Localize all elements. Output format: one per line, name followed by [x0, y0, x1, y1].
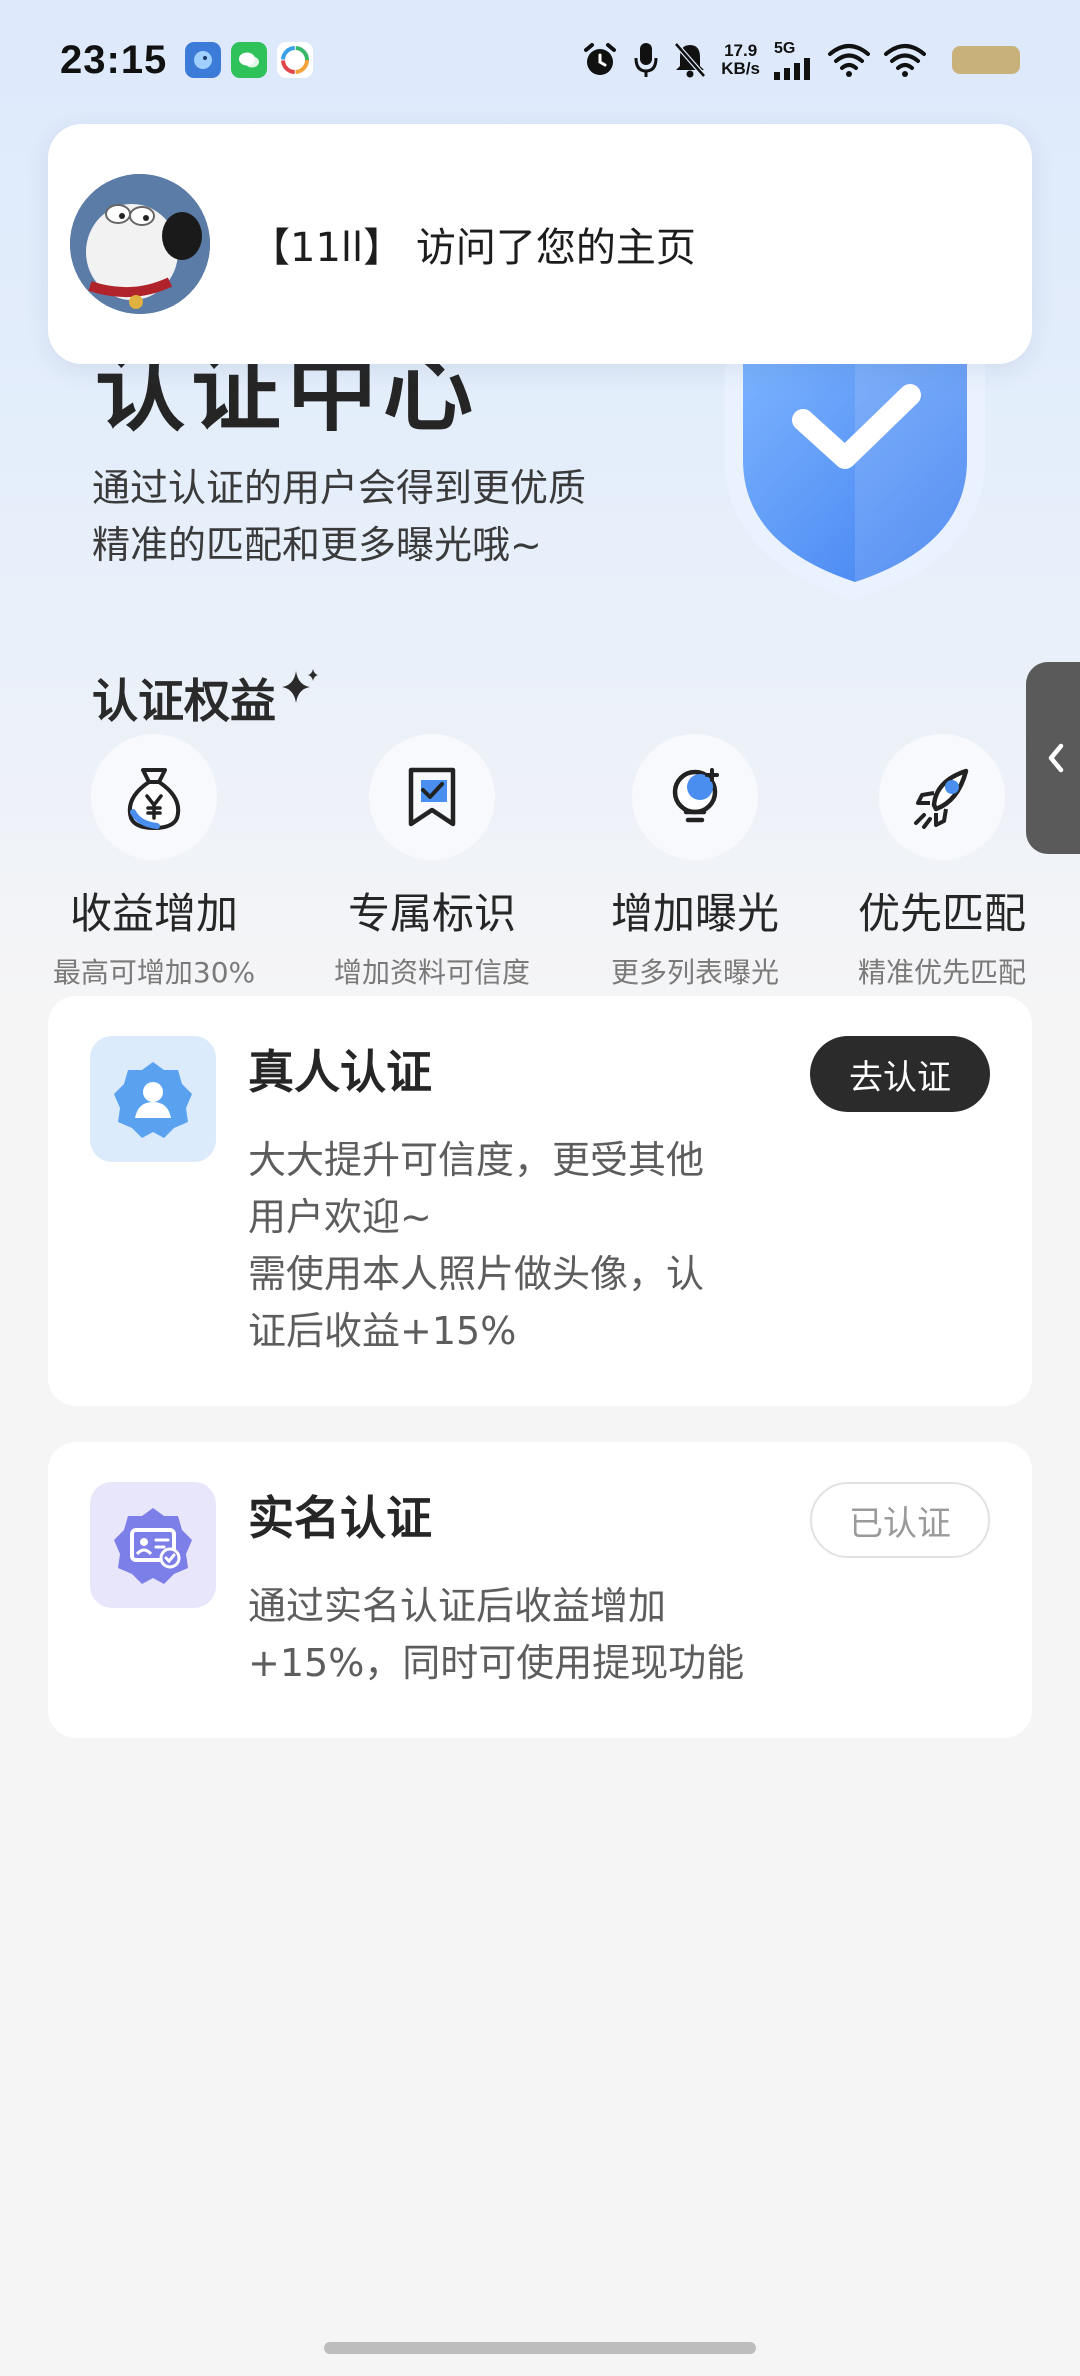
verify-now-button[interactable]: 去认证: [810, 1036, 990, 1112]
card-description-line: 证后收益+15%: [248, 1309, 517, 1353]
card-description: 通过实名认证后收益增加 +15%，同时可使用提现功能: [248, 1578, 848, 1692]
id-card-badge-icon: [90, 1482, 216, 1608]
lightbulb-icon: [632, 734, 758, 860]
benefits-list: 收益增加 最高可增加30% 专属标识 增加资料可信度 增加曝光 更多列表曝光 优…: [0, 734, 1080, 989]
benefit-subtitle: 精准优先匹配: [857, 956, 1026, 989]
card-title: 真人认证: [248, 1045, 432, 1099]
wechat-icon: [231, 42, 268, 78]
benefit-subtitle: 更多列表曝光: [610, 956, 779, 989]
bell-muted-icon: [674, 42, 707, 78]
bird-app-icon: [185, 42, 222, 78]
card-description-line: 用户欢迎~: [248, 1195, 432, 1239]
real-name-verification-card: 实名认证 通过实名认证后收益增加 +15%，同时可使用提现功能 已认证: [48, 1442, 1032, 1738]
real-person-verification-card: 真人认证 大大提升可信度，更受其他 用户欢迎~ 需使用本人照片做头像，认 证后收…: [48, 996, 1032, 1406]
home-indicator[interactable]: [324, 2342, 756, 2354]
hero-description-line: 通过认证的用户会得到更优质: [92, 466, 587, 510]
card-description: 大大提升可信度，更受其他 用户欢迎~ 需使用本人照片做头像，认 证后收益+15%: [248, 1132, 788, 1360]
avatar: [70, 174, 210, 314]
cellular-signal: 5G: [774, 40, 814, 80]
benefit-title: 专属标识: [347, 889, 516, 938]
wifi-icon-secondary: [884, 44, 926, 77]
person-badge-icon: [90, 1036, 216, 1162]
status-time: 23:15: [60, 37, 168, 82]
side-drawer-toggle[interactable]: [1026, 662, 1080, 854]
alarm-icon: [584, 43, 617, 75]
status-indicators: 17.9 KB/s 5G: [581, 40, 1020, 80]
benefit-subtitle: 最高可增加30%: [52, 956, 256, 989]
verified-status-button[interactable]: 已认证: [810, 1482, 990, 1558]
benefit-item: 专属标识 增加资料可信度: [312, 734, 552, 991]
benefits-title: 认证权益: [92, 665, 320, 731]
net-speed-unit: KB/s: [721, 59, 760, 78]
card-description-line: 大大提升可信度，更受其他: [248, 1138, 705, 1182]
card-title: 实名认证: [248, 1491, 432, 1545]
chevron-left-icon: [1048, 743, 1064, 773]
visit-notification[interactable]: 【11ll】 访问了您的主页: [48, 124, 1032, 364]
microphone-icon: [634, 43, 658, 77]
signal-bars-icon: [774, 58, 810, 80]
card-description-line: +15%，同时可使用提现功能: [248, 1641, 745, 1685]
card-description-line: 通过实名认证后收益增加: [248, 1584, 667, 1628]
notification-text: 【11ll】 访问了您的主页: [250, 225, 696, 271]
benefit-item: 收益增加 最高可增加30%: [34, 734, 274, 991]
benefit-title: 优先匹配: [857, 889, 1026, 938]
hero-description-line: 精准的匹配和更多曝光哦~: [92, 523, 542, 567]
benefits-title-text: 认证权益: [92, 674, 276, 728]
network-speed: 17.9 KB/s: [721, 42, 760, 78]
wifi-icon: [828, 44, 870, 77]
status-bar: 23:15 17.9 KB/s 5G: [0, 0, 1080, 120]
benefit-subtitle: 增加资料可信度: [333, 956, 530, 989]
money-bag-icon: [91, 734, 217, 860]
hero-description: 通过认证的用户会得到更优质 精准的匹配和更多曝光哦~: [92, 460, 692, 574]
benefit-title: 增加曝光: [610, 889, 779, 938]
benefit-title: 收益增加: [69, 889, 238, 938]
network-type: 5G: [774, 40, 796, 57]
benefit-item: 增加曝光 更多列表曝光: [575, 734, 815, 991]
bookmark-badge-icon: [369, 734, 495, 860]
status-app-icons: [185, 42, 314, 78]
sparkle-icon: [282, 669, 318, 703]
card-description-line: 需使用本人照片做头像，认: [248, 1252, 705, 1296]
net-speed-value: 17.9: [724, 41, 758, 60]
battery-icon: [952, 46, 1020, 74]
rocket-icon: [879, 734, 1005, 860]
colorful-app-icon: [277, 42, 314, 78]
